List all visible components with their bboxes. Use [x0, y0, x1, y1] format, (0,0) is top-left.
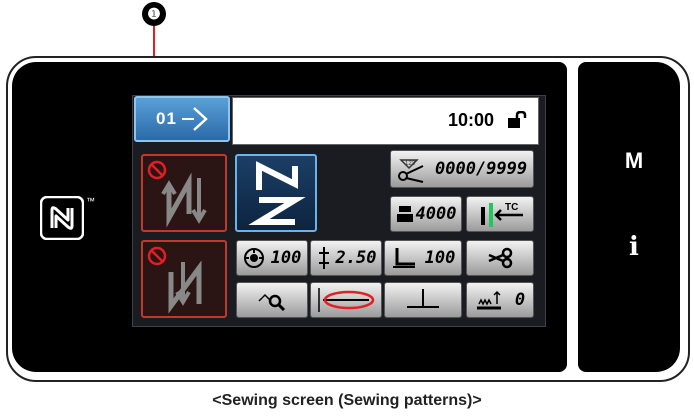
- figure-caption: <Sewing screen (Sewing patterns)>: [212, 392, 482, 409]
- feed-height-icon: [476, 290, 501, 310]
- reverse-feed-end-icon: [147, 246, 202, 314]
- sewing-pattern-zigzag-icon: [248, 161, 306, 225]
- sewing-speed-icon: [243, 248, 264, 268]
- bobbin-counter-button[interactable]: 4000: [390, 196, 462, 232]
- pattern-number: 01: [156, 109, 177, 128]
- needle-position-button[interactable]: [384, 282, 462, 318]
- callout-number: ❶: [142, 2, 166, 26]
- thread-clamp-button[interactable]: TC: [466, 196, 534, 232]
- stitch-shape-icon: [318, 288, 375, 312]
- info-key[interactable]: i: [614, 232, 654, 262]
- bobbin-counter-value: 4000: [415, 204, 457, 224]
- stitch-shape-button[interactable]: [310, 282, 382, 318]
- reverse-feed-start-icon: [147, 160, 207, 228]
- thread-trimmer-counter-icon: 123: [398, 159, 424, 183]
- feed-height-button[interactable]: 0: [466, 282, 534, 318]
- pattern-search-button[interactable]: [236, 282, 308, 318]
- stitch-pitch-value: 2.50: [335, 248, 377, 268]
- nfc-mark-icon: ™: [39, 195, 95, 241]
- side-screen: [578, 62, 680, 372]
- presser-foot-icon: [392, 248, 415, 268]
- sewing-speed-button[interactable]: 100: [236, 240, 308, 276]
- clock-time: 10:00: [448, 110, 495, 130]
- thread-clamp-icon: TC: [481, 202, 523, 227]
- presser-foot-button[interactable]: 100: [384, 240, 462, 276]
- feed-height-value: 0: [514, 290, 526, 310]
- reverse-feed-end-button[interactable]: [141, 240, 227, 318]
- sewing-pattern-arrow-icon: [181, 107, 208, 131]
- presser-foot-value: 100: [424, 248, 456, 268]
- thread-trimmer-icon: [488, 247, 513, 269]
- stitch-pitch-button[interactable]: 2.50: [310, 240, 382, 276]
- bobbin-counter-icon: [396, 206, 413, 222]
- m-key[interactable]: M: [614, 148, 654, 178]
- sewing-speed-value: 100: [270, 248, 302, 268]
- stitch-pitch-icon: [318, 247, 329, 269]
- trimmer-counter-value: 0000/9999: [435, 159, 528, 179]
- thread-trimmer-button[interactable]: [466, 240, 534, 276]
- sewing-pattern-zigzag-button[interactable]: [235, 154, 317, 232]
- sewing-pattern-button[interactable]: 01: [134, 96, 230, 142]
- thread-trimmer-counter-button[interactable]: 123 0000/9999: [390, 150, 534, 188]
- needle-position-icon: [407, 289, 439, 308]
- svg-text:123: 123: [405, 161, 416, 167]
- reverse-feed-start-button[interactable]: [141, 154, 227, 232]
- pattern-search-icon: [258, 293, 286, 311]
- tc-label: TC: [505, 202, 518, 213]
- unlock-icon[interactable]: [506, 110, 528, 129]
